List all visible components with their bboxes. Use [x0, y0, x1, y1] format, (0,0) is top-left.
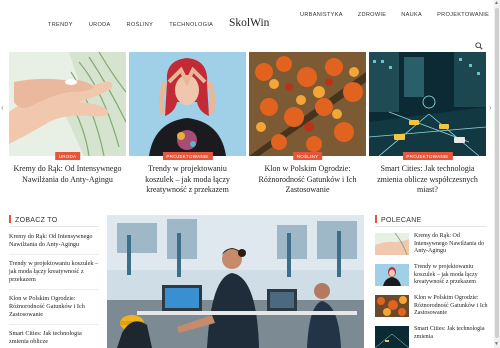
- search-icon[interactable]: [475, 42, 483, 50]
- category-badge[interactable]: ROŚLINY: [292, 152, 323, 160]
- scroll-down-icon[interactable]: ▼: [494, 341, 499, 347]
- site-header: TRENDY URODA ROŚLINY TECHNOLOGIA SkolWin…: [0, 0, 500, 50]
- category-badge[interactable]: PROJEKTOWANIE: [162, 152, 213, 160]
- carousel-card[interactable]: ROŚLINY Klon w Polskim Ogrodzie: Różnoro…: [249, 52, 366, 204]
- card-image[interactable]: [369, 52, 486, 156]
- card-title[interactable]: Trendy w projektowaniu koszulek – jak mo…: [133, 164, 242, 196]
- list-item[interactable]: Smart Cities: Jak technologia zmienia ob…: [9, 330, 99, 348]
- list-item[interactable]: Kremy do Rąk: Od Intensywnego Nawilżania…: [9, 233, 99, 255]
- list-item[interactable]: Trendy w projektowaniu koszulek – jak mo…: [375, 264, 493, 290]
- scroll-up-icon[interactable]: ▲: [494, 0, 499, 6]
- category-badge[interactable]: URODA: [54, 152, 81, 160]
- card-image[interactable]: [249, 52, 366, 156]
- thumbnail[interactable]: [375, 295, 409, 317]
- list-item[interactable]: Kremy do Rąk: Od Intensywnego Nawilżania…: [375, 233, 493, 259]
- nav-link-urbanistyka[interactable]: URBANISTYKA: [300, 12, 343, 18]
- list-item-title[interactable]: Smart Cities: Jak technologia zmienia: [414, 326, 493, 348]
- accent-bar: [375, 215, 377, 223]
- carousel-card[interactable]: PROJEKTOWANIE Trendy w projektowaniu kos…: [129, 52, 246, 204]
- nav-link-technologia[interactable]: TECHNOLOGIA: [169, 22, 213, 28]
- nav-link-projektowanie[interactable]: PROJEKTOWANIE: [437, 12, 489, 18]
- list-item[interactable]: Smart Cities: Jak technologia zmienia: [375, 326, 493, 348]
- card-title[interactable]: Kremy do Rąk: Od Intensywnego Nawilżania…: [13, 164, 122, 185]
- list-item[interactable]: Klon w Polskim Ogrodzie: Różnorodność Ga…: [375, 295, 493, 321]
- recommended-list: Kremy do Rąk: Od Intensywnego Nawilżania…: [375, 233, 493, 348]
- section-heading-polecane: POLECANE: [375, 215, 422, 224]
- card-title[interactable]: Klon w Polskim Ogrodzie: Różnorodność Ga…: [253, 164, 362, 196]
- scrollbar-thumb[interactable]: [495, 8, 499, 338]
- section-heading-zobacz: ZOBACZ TO: [9, 215, 58, 224]
- thumbnail[interactable]: [375, 326, 409, 348]
- nav-link-uroda[interactable]: URODA: [89, 22, 111, 28]
- divider: [375, 226, 487, 227]
- card-image[interactable]: [129, 52, 246, 156]
- category-badge[interactable]: PROJEKTOWANIE: [402, 152, 453, 160]
- carousel-card[interactable]: PROJEKTOWANIE Smart Cities: Jak technolo…: [369, 52, 486, 204]
- list-item[interactable]: Klon w Polskim Ogrodzie: Różnorodność Ga…: [9, 295, 99, 325]
- site-logo[interactable]: SkolWin: [229, 17, 269, 29]
- chevron-left-icon[interactable]: ‹: [1, 103, 4, 112]
- nav-link-rosliny[interactable]: ROŚLINY: [127, 22, 154, 28]
- list-item-title[interactable]: Trendy w projektowaniu koszulek – jak mo…: [414, 264, 493, 290]
- list-item-title[interactable]: Kremy do Rąk: Od Intensywnego Nawilżania…: [414, 233, 493, 259]
- divider: [9, 226, 99, 227]
- list-item[interactable]: Trendy w projektowaniu koszulek – jak mo…: [9, 260, 99, 290]
- nav-link-nauka[interactable]: NAUKA: [401, 12, 422, 18]
- card-image[interactable]: [9, 52, 126, 156]
- nav-left: TRENDY URODA ROŚLINY TECHNOLOGIA: [48, 22, 229, 28]
- thumbnail[interactable]: [375, 233, 409, 255]
- nav-link-trendy[interactable]: TRENDY: [48, 22, 73, 28]
- featured-article-image[interactable]: [107, 215, 364, 348]
- card-title[interactable]: Smart Cities: Jak technologia zmienia ob…: [373, 164, 482, 196]
- nav-link-zdrowie[interactable]: ZDROWIE: [358, 12, 387, 18]
- carousel-card[interactable]: URODA Kremy do Rąk: Od Intensywnego Nawi…: [9, 52, 126, 204]
- accent-bar: [9, 215, 11, 223]
- nav-right: URBANISTYKA ZDROWIE NAUKA PROJEKTOWANIE: [300, 12, 500, 18]
- left-article-list: Kremy do Rąk: Od Intensywnego Nawilżania…: [9, 233, 99, 348]
- list-item-title[interactable]: Klon w Polskim Ogrodzie: Różnorodność Ga…: [414, 295, 493, 321]
- thumbnail[interactable]: [375, 264, 409, 286]
- featured-carousel: URODA Kremy do Rąk: Od Intensywnego Nawi…: [9, 52, 487, 204]
- chevron-right-icon[interactable]: ›: [489, 103, 492, 112]
